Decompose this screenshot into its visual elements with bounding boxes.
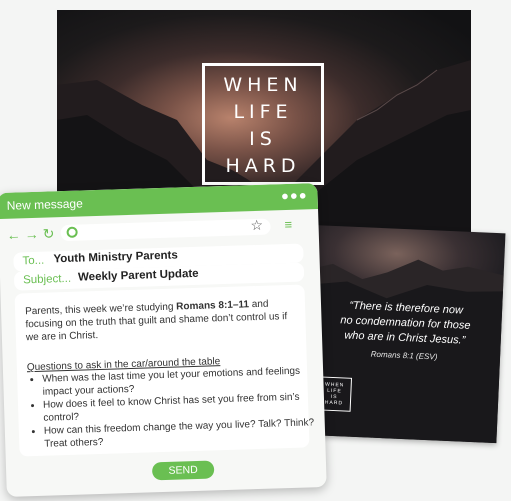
poster-title-box: WHEN LIFE IS HARD (202, 63, 324, 185)
star-icon[interactable]: ☆ (250, 217, 263, 234)
poster-title-line: IS (249, 128, 277, 150)
poster-title-line: LIFE (233, 101, 293, 123)
verse-card: “There is therefore now no condemnation … (300, 224, 506, 444)
poster-title-line: HARD (225, 155, 301, 177)
window-title: New message (6, 196, 83, 213)
back-arrow-icon[interactable]: ← (6, 225, 21, 243)
subject-value: Weekly Parent Update (77, 267, 199, 284)
email-window: New message ●●● ← → ↻ ☆ ≡ To... Youth Mi… (0, 183, 327, 497)
message-body[interactable]: Parents, this week we’re studying Romans… (14, 284, 314, 457)
browser-toolbar: ← → ↻ ☆ ≡ (4, 216, 312, 244)
window-titlebar: New message ●●● (0, 183, 319, 220)
hamburger-menu-icon[interactable]: ≡ (284, 217, 292, 232)
intro-scripture: Romans 8:1–11 (176, 299, 250, 313)
message-intro: Parents, this week we’re studying Romans… (25, 297, 298, 345)
subject-label: Subject... (22, 272, 72, 287)
search-icon (66, 226, 78, 238)
verse-quote: “There is therefore now no condemnation … (325, 298, 487, 350)
forward-arrow-icon[interactable]: → (24, 225, 39, 243)
reload-icon[interactable]: ↻ (42, 224, 54, 242)
address-bar[interactable] (60, 218, 271, 242)
send-button[interactable]: SEND (151, 460, 215, 481)
to-value: Youth Ministry Parents (53, 249, 178, 266)
to-label: To... (22, 254, 45, 268)
questions-list: When was the last time you let your emot… (27, 364, 319, 451)
poster-title-line: WHEN (223, 74, 303, 96)
window-menu-dots-icon[interactable]: ●●● (281, 187, 308, 203)
